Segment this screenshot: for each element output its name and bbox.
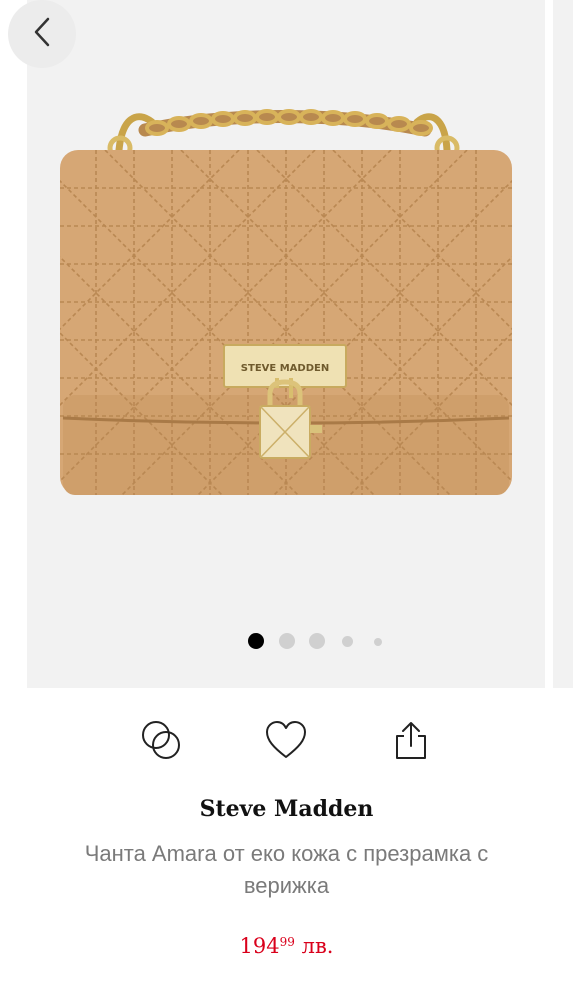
product-title: Чанта Amara от еко кожа с презрамка с ве… — [84, 841, 489, 898]
next-slide-peek[interactable] — [553, 0, 573, 688]
product-price: 19499 лв. — [0, 934, 573, 958]
carousel-dot-2[interactable] — [279, 633, 295, 649]
carousel-dot-5[interactable] — [374, 638, 382, 646]
carousel-dot-3[interactable] — [309, 633, 325, 649]
chevron-left-icon — [31, 16, 53, 52]
price-main: 194 — [239, 934, 280, 958]
back-button[interactable] — [8, 0, 76, 68]
product-image-slide[interactable]: STEVE MADDEN — [27, 0, 545, 688]
share-button[interactable] — [387, 718, 435, 766]
carousel-dot-1[interactable] — [248, 633, 264, 649]
price-cents: 99 — [279, 935, 295, 949]
brand-name[interactable]: Steve Madden — [0, 796, 573, 822]
product-gallery[interactable]: STEVE MADDEN — [0, 0, 573, 688]
share-icon — [393, 720, 429, 764]
carousel-dot-4[interactable] — [342, 636, 353, 647]
carousel-indicators — [0, 632, 573, 650]
compare-circles-icon — [138, 717, 184, 767]
bag-image: STEVE MADDEN — [60, 109, 512, 495]
price-currency: лв. — [301, 934, 334, 958]
product-actions — [0, 718, 573, 770]
compare-button[interactable] — [137, 718, 185, 766]
favorite-button[interactable] — [262, 718, 310, 766]
heart-icon — [264, 720, 308, 764]
bag-logo-text: STEVE MADDEN — [241, 363, 329, 374]
